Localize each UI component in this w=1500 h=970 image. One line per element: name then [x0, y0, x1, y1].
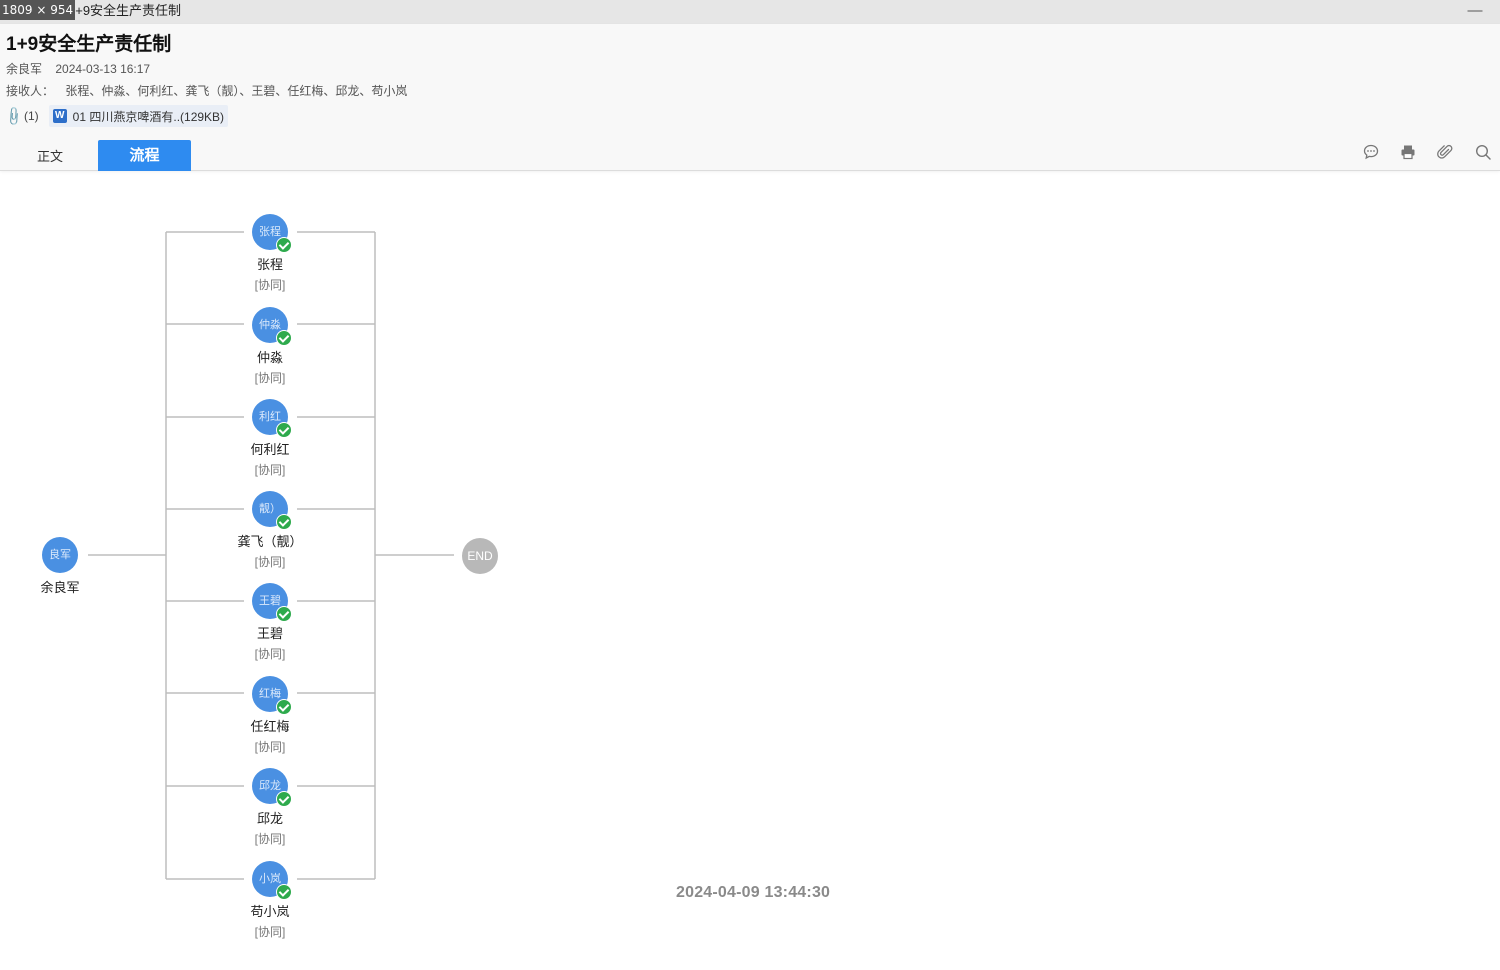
check-icon: [276, 330, 292, 346]
avatar-initials: 仲淼: [259, 319, 281, 331]
node-name: 仲淼: [256, 350, 283, 365]
avatar: 红梅: [252, 676, 292, 715]
comment-icon[interactable]: [1362, 143, 1382, 163]
check-icon: [276, 791, 292, 807]
recipients-line: 接收人： 张程、仲淼、何利红、龚飞（靓）、王碧、任红梅、邱龙、苟小岚: [6, 82, 407, 99]
check-icon: [276, 422, 292, 438]
check-icon: [276, 514, 292, 530]
node-name: 何利红: [250, 442, 290, 457]
avatar-initials: 王碧: [259, 595, 281, 607]
document-header: 1+9安全生产责任制 余良军 2024-03-13 16:17 接收人： 张程、…: [0, 24, 1500, 171]
minimize-button[interactable]: —: [1466, 3, 1484, 20]
flow-node[interactable]: 王碧 王碧 [协同]: [225, 583, 315, 662]
tab-flow[interactable]: 流程: [98, 140, 191, 171]
flow-node[interactable]: 红梅 任红梅 [协同]: [225, 676, 315, 755]
document-meta: 余良军 2024-03-13 16:17: [6, 60, 160, 77]
node-name: 张程: [256, 257, 283, 272]
attachment-icon[interactable]: [1436, 143, 1456, 163]
node-role: [协同]: [254, 463, 286, 477]
print-icon[interactable]: [1399, 143, 1419, 163]
word-file-icon: W: [52, 109, 67, 123]
node-role: [协同]: [254, 925, 286, 939]
node-role: [协同]: [254, 647, 286, 661]
avatar-initials: 利红: [259, 411, 281, 423]
avatar: 王碧: [252, 583, 292, 622]
author-name: 余良军: [6, 62, 43, 76]
flow-node[interactable]: 仲淼 仲淼 [协同]: [225, 307, 315, 386]
flow-node[interactable]: 邱龙 邱龙 [协同]: [225, 768, 315, 847]
flow-node[interactable]: 利红 何利红 [协同]: [225, 399, 315, 478]
node-name: 王碧: [256, 626, 283, 641]
flow-node[interactable]: 靓） 龚飞（靓） [协同]: [225, 491, 315, 570]
search-icon[interactable]: [1474, 143, 1494, 163]
page-title: 1+9安全生产责任制: [6, 34, 172, 55]
avatar: 利红: [252, 399, 292, 438]
node-role: [协同]: [254, 371, 286, 385]
avatar: 良军: [42, 537, 78, 573]
dimensions-badge: 1809 × 954: [0, 0, 76, 20]
tab-body[interactable]: 正文: [12, 143, 88, 171]
check-icon: [276, 237, 292, 253]
node-name: 苟小岚: [250, 904, 290, 919]
window-title: 1+9安全生产责任制: [68, 3, 182, 18]
avatar: 张程: [252, 214, 292, 253]
window-titlebar: 1+9安全生产责任制 1809 × 954 —: [0, 0, 1500, 24]
node-role: [协同]: [254, 832, 286, 846]
recipients-label: 接收人：: [6, 84, 55, 98]
avatar: 邱龙: [252, 768, 292, 807]
flow-end-node: END: [462, 538, 498, 574]
document-datetime: 2024-03-13 16:17: [55, 62, 151, 76]
avatar-initials: 邱龙: [259, 780, 281, 792]
avatar: 靓）: [252, 491, 292, 530]
node-role: [协同]: [254, 555, 286, 569]
avatar-initials: 小岚: [259, 873, 281, 885]
flow-node[interactable]: 张程 张程 [协同]: [225, 214, 315, 293]
node-name: 龚飞（靓）: [237, 534, 303, 549]
avatar-initials: 靓）: [259, 503, 281, 515]
check-icon: [276, 699, 292, 715]
node-role: [协同]: [254, 278, 286, 292]
avatar: 仲淼: [252, 307, 292, 346]
node-name: 余良军: [40, 580, 80, 595]
attachment-row: 📎 (1) W 01 四川燕京啤酒有..(129KB): [3, 104, 229, 128]
flow-start-node[interactable]: 良军 余良军: [15, 537, 105, 596]
attachment-count: (1): [24, 109, 39, 123]
avatar-initials: 张程: [259, 226, 281, 238]
paperclip-icon: 📎: [3, 105, 26, 128]
flow-timestamp: 2024-04-09 13:44:30: [676, 884, 831, 901]
attachment-file[interactable]: W 01 四川燕京啤酒有..(129KB): [48, 105, 229, 127]
avatar: 小岚: [252, 861, 292, 900]
node-name: 邱龙: [256, 811, 283, 826]
check-icon: [276, 884, 292, 900]
recipients-list: 张程、仲淼、何利红、龚飞（靓）、王碧、任红梅、邱龙、苟小岚: [65, 84, 408, 98]
avatar-initials: 红梅: [259, 688, 281, 700]
node-role: [协同]: [254, 740, 286, 754]
node-name: 任红梅: [250, 719, 290, 734]
attachment-file-name: 01 四川燕京啤酒有..(129KB): [72, 109, 225, 124]
check-icon: [276, 606, 292, 622]
flow-diagram: 良军 余良军 张程 张程 [协同] 仲淼 仲淼 [协同] 利红 何利红 [协同]…: [0, 172, 1500, 970]
flow-node[interactable]: 小岚 苟小岚 [协同]: [225, 861, 315, 940]
